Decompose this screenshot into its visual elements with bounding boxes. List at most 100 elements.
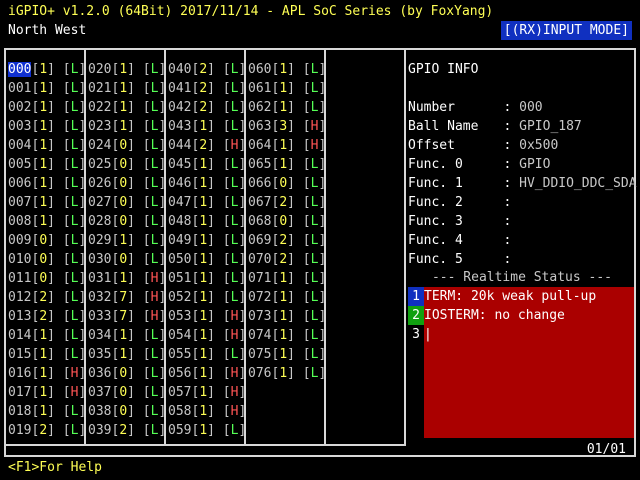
gpio-pin-030[interactable]: 030[0] [L] [88, 250, 166, 269]
gpio-pin-052[interactable]: 052[1] [L] [168, 288, 246, 307]
gpio-pin-045[interactable]: 045[1] [L] [168, 155, 246, 174]
gpio-pin-039[interactable]: 039[2] [L] [88, 421, 166, 440]
gpio-pin-026[interactable]: 026[0] [L] [88, 174, 166, 193]
gpio-pin-063[interactable]: 063[3] [H] [248, 117, 326, 136]
gpio-pin-028[interactable]: 028[0] [L] [88, 212, 166, 231]
info-field-value: HV_DDIO_DDC_SDA [519, 176, 637, 191]
gpio-pin-070[interactable]: 070[2] [L] [248, 250, 326, 269]
gpio-pin-012[interactable]: 012[2] [L] [8, 288, 86, 307]
gpio-pin-071[interactable]: 071[1] [L] [248, 269, 326, 288]
gpio-pin-047[interactable]: 047[1] [L] [168, 193, 246, 212]
gpio-pin-004[interactable]: 004[1] [L] [8, 136, 86, 155]
gpio-pin-002[interactable]: 002[1] [L] [8, 98, 86, 117]
gpio-pin-number: 022 [88, 100, 112, 115]
app-title: iGPIO+ v1.2.0 (64Bit) 2017/11/14 - APL S… [8, 4, 494, 19]
gpio-pin-074[interactable]: 074[1] [L] [248, 326, 326, 345]
input-mode-badge[interactable]: [(RX)INPUT MODE] [500, 21, 632, 40]
gpio-pin-011[interactable]: 011[0] [L] [8, 269, 86, 288]
gpio-pin-060[interactable]: 060[1] [L] [248, 60, 326, 79]
gpio-pin-mode: 1 [199, 309, 208, 324]
gpio-pin-073[interactable]: 073[1] [L] [248, 307, 326, 326]
gpio-pin-003[interactable]: 003[1] [L] [8, 117, 86, 136]
gpio-pin-032[interactable]: 032[7] [H] [88, 288, 166, 307]
gpio-pin-014[interactable]: 014[1] [L] [8, 326, 86, 345]
gpio-pin-mode: 1 [199, 233, 208, 248]
gpio-pin-015[interactable]: 015[1] [L] [8, 345, 86, 364]
gpio-pin-034[interactable]: 034[1] [L] [88, 326, 166, 345]
gpio-pin-number: 039 [88, 423, 112, 438]
gpio-pin-008[interactable]: 008[1] [L] [8, 212, 86, 231]
gpio-pin-009[interactable]: 009[0] [L] [8, 231, 86, 250]
gpio-pin-066[interactable]: 066[0] [L] [248, 174, 326, 193]
gpio-pin-022[interactable]: 022[1] [L] [88, 98, 166, 117]
gpio-pin-061[interactable]: 061[1] [L] [248, 79, 326, 98]
gpio-pin-043[interactable]: 043[1] [L] [168, 117, 246, 136]
gpio-pin-number: 052 [168, 290, 192, 305]
gpio-pin-005[interactable]: 005[1] [L] [8, 155, 86, 174]
gpio-pin-057[interactable]: 057[1] [H] [168, 383, 246, 402]
gpio-pin-053[interactable]: 053[1] [H] [168, 307, 246, 326]
gpio-pin-013[interactable]: 013[2] [L] [8, 307, 86, 326]
gpio-pin-031[interactable]: 031[1] [H] [88, 269, 166, 288]
gpio-pin-mode: 1 [39, 62, 48, 77]
gpio-pin-024[interactable]: 024[0] [L] [88, 136, 166, 155]
gpio-pin-mode: 1 [279, 157, 288, 172]
gpio-pin-020[interactable]: 020[1] [L] [88, 60, 166, 79]
gpio-pin-010[interactable]: 010[0] [L] [8, 250, 86, 269]
gpio-pin-044[interactable]: 044[2] [H] [168, 136, 246, 155]
gpio-pin-027[interactable]: 027[0] [L] [88, 193, 166, 212]
status-cursor[interactable]: | [424, 325, 432, 344]
gpio-pin-059[interactable]: 059[1] [L] [168, 421, 246, 440]
gpio-pin-048[interactable]: 048[1] [L] [168, 212, 246, 231]
gpio-pin-number: 016 [8, 366, 32, 381]
gpio-pin-number: 020 [88, 62, 112, 77]
gpio-pin-038[interactable]: 038[0] [L] [88, 402, 166, 421]
gpio-pin-029[interactable]: 029[1] [L] [88, 231, 166, 250]
gpio-pin-051[interactable]: 051[1] [L] [168, 269, 246, 288]
gpio-pin-number: 064 [248, 138, 272, 153]
gpio-pin-001[interactable]: 001[1] [L] [8, 79, 86, 98]
gpio-pin-mode: 2 [199, 81, 208, 96]
gpio-pin-025[interactable]: 025[0] [L] [88, 155, 166, 174]
gpio-pin-018[interactable]: 018[1] [L] [8, 402, 86, 421]
gpio-pin-049[interactable]: 049[1] [L] [168, 231, 246, 250]
gpio-pin-054[interactable]: 054[1] [H] [168, 326, 246, 345]
gpio-pin-050[interactable]: 050[1] [L] [168, 250, 246, 269]
gpio-pin-mode: 2 [39, 423, 48, 438]
gpio-pin-mode: 1 [199, 271, 208, 286]
help-hint[interactable]: <F1>For Help [8, 458, 102, 477]
gpio-pin-023[interactable]: 023[1] [L] [88, 117, 166, 136]
gpio-pin-042[interactable]: 042[2] [L] [168, 98, 246, 117]
gpio-pin-000[interactable]: 000[1] [L] [8, 60, 86, 79]
gpio-pin-064[interactable]: 064[1] [H] [248, 136, 326, 155]
gpio-pin-017[interactable]: 017[1] [H] [8, 383, 86, 402]
bottom-border [4, 455, 636, 457]
info-field: Func. 5 : [408, 252, 520, 267]
gpio-pin-019[interactable]: 019[2] [L] [8, 421, 86, 440]
gpio-pin-072[interactable]: 072[1] [L] [248, 288, 326, 307]
gpio-pin-046[interactable]: 046[1] [L] [168, 174, 246, 193]
gpio-pin-075[interactable]: 075[1] [L] [248, 345, 326, 364]
gpio-pin-036[interactable]: 036[0] [L] [88, 364, 166, 383]
gpio-pin-068[interactable]: 068[0] [L] [248, 212, 326, 231]
gpio-pin-056[interactable]: 056[1] [H] [168, 364, 246, 383]
gpio-pin-037[interactable]: 037[0] [L] [88, 383, 166, 402]
gpio-pin-076[interactable]: 076[1] [L] [248, 364, 326, 383]
gpio-pin-016[interactable]: 016[1] [H] [8, 364, 86, 383]
gpio-pin-number: 002 [8, 100, 32, 115]
gpio-pin-number: 026 [88, 176, 112, 191]
gpio-pin-069[interactable]: 069[2] [L] [248, 231, 326, 250]
gpio-pin-058[interactable]: 058[1] [H] [168, 402, 246, 421]
gpio-pin-033[interactable]: 033[7] [H] [88, 307, 166, 326]
gpio-pin-065[interactable]: 065[1] [L] [248, 155, 326, 174]
gpio-pin-055[interactable]: 055[1] [L] [168, 345, 246, 364]
gpio-pin-041[interactable]: 041[2] [L] [168, 79, 246, 98]
gpio-pin-062[interactable]: 062[1] [L] [248, 98, 326, 117]
gpio-pin-007[interactable]: 007[1] [L] [8, 193, 86, 212]
gpio-pin-035[interactable]: 035[1] [L] [88, 345, 166, 364]
gpio-pin-067[interactable]: 067[2] [L] [248, 193, 326, 212]
gpio-pin-006[interactable]: 006[1] [L] [8, 174, 86, 193]
gpio-pin-040[interactable]: 040[2] [L] [168, 60, 246, 79]
gpio-pin-021[interactable]: 021[1] [L] [88, 79, 166, 98]
gpio-pin-number: 071 [248, 271, 272, 286]
